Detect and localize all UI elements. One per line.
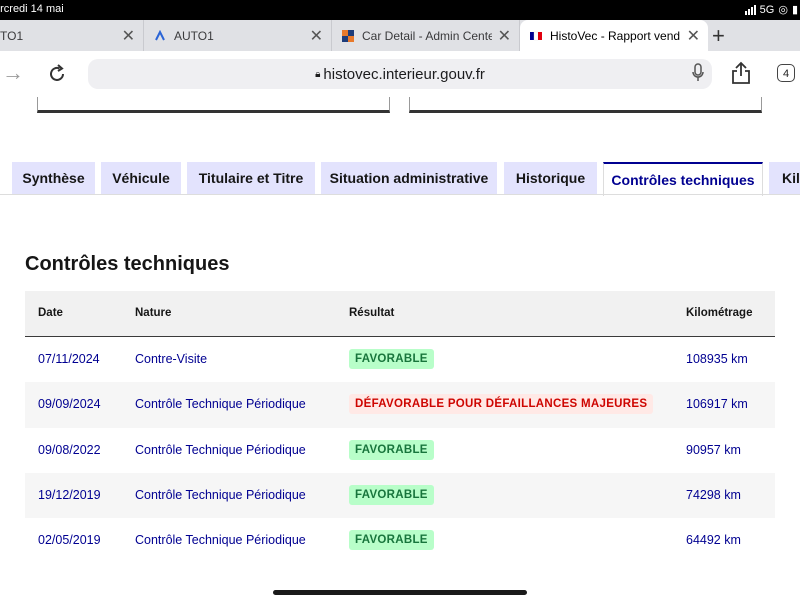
header-kilometrage: Kilométrage: [686, 307, 753, 319]
row-date: 09/08/2022: [38, 442, 101, 457]
row-nature: Contrôle Technique Périodique: [135, 533, 306, 548]
network-label: 5G: [759, 3, 775, 16]
controles-table: Date Nature Résultat Kilométrage 07/11/2…: [25, 291, 775, 563]
header-date: Date: [38, 307, 63, 319]
row-date: 19/12/2019: [38, 487, 101, 502]
row-kilometrage: 90957 km: [686, 442, 741, 457]
status-date: ercredi 14 mai: [0, 3, 64, 15]
header-nature: Nature: [135, 307, 172, 319]
header-resultat: Résultat: [349, 307, 395, 319]
row-nature: Contre-Visite: [135, 352, 208, 366]
browser-tab-title: Car Detail - Admin Cente: [362, 28, 492, 43]
row-kilometrage: 108935 km: [686, 352, 748, 366]
forward-arrow-icon[interactable]: →: [2, 60, 24, 86]
tab-historique[interactable]: Historique: [504, 162, 597, 194]
section-title: Contrôles techniques: [25, 253, 230, 275]
new-tab-button[interactable]: +: [712, 23, 725, 49]
tabs-divider: [0, 194, 800, 195]
browser-tab-1[interactable]: TO1 ✕: [0, 20, 144, 51]
tab-controles-techniques[interactable]: Contrôles techniques: [603, 162, 763, 196]
row-date: 02/05/2019: [38, 533, 101, 548]
card-left: [37, 97, 390, 113]
browser-tab-title: HistoVec - Rapport vend: [550, 28, 681, 43]
french-flag-icon: [530, 31, 542, 40]
reload-icon[interactable]: [46, 63, 68, 85]
result-badge: FAVORABLE: [349, 484, 434, 505]
tab-situation-administrative[interactable]: Situation administrative: [321, 162, 497, 194]
close-icon[interactable]: ✕: [498, 26, 511, 46]
row-nature: Contrôle Technique Périodique: [135, 487, 306, 502]
table-row: 19/12/2019 Contrôle Technique Périodique…: [25, 472, 775, 519]
tab-count-button[interactable]: 4: [777, 64, 795, 82]
page-tabs: Synthèse Véhicule Titulaire et Titre Sit…: [0, 162, 800, 196]
row-nature: Contrôle Technique Périodique: [135, 442, 306, 457]
browser-toolbar: → 🔒︎ histovec.interieur.gouv.fr 4: [0, 51, 800, 97]
row-date: 09/09/2024: [38, 397, 101, 412]
microphone-icon[interactable]: [692, 63, 704, 83]
close-icon[interactable]: ✕: [687, 26, 700, 46]
auto1-favicon-icon: [155, 29, 165, 40]
result-badge: FAVORABLE: [349, 530, 434, 551]
browser-tab-title: AUTO1: [174, 28, 214, 43]
result-badge: FAVORABLE: [349, 439, 434, 460]
browser-tab-2[interactable]: AUTO1 ✕: [144, 20, 332, 51]
table-row: 09/09/2024 Contrôle Technique Périodique…: [25, 382, 775, 428]
result-badge: FAVORABLE: [349, 349, 434, 369]
close-icon[interactable]: ✕: [310, 26, 323, 46]
status-bar: ercredi 14 mai 5G ◎ ▮: [0, 0, 800, 20]
tab-titulaire[interactable]: Titulaire et Titre: [187, 162, 315, 194]
row-date: 07/11/2024: [38, 352, 100, 366]
lock-icon: 🔒︎: [315, 68, 321, 80]
signal-icon: [744, 4, 756, 15]
status-indicators: 5G ◎ ▮: [744, 3, 798, 16]
row-kilometrage: 106917 km: [686, 397, 748, 412]
share-icon[interactable]: [731, 61, 751, 85]
row-kilometrage: 64492 km: [686, 533, 741, 548]
card-right: [409, 97, 762, 113]
home-indicator[interactable]: [273, 590, 527, 595]
location-icon: ◎: [778, 4, 788, 16]
row-nature: Contrôle Technique Périodique: [135, 397, 306, 412]
table-header: Date Nature Résultat Kilométrage: [25, 291, 775, 337]
row-kilometrage: 74298 km: [686, 487, 741, 502]
admin-favicon-icon: [342, 29, 354, 42]
address-bar[interactable]: 🔒︎ histovec.interieur.gouv.fr: [88, 59, 712, 89]
battery-icon: ▮: [791, 4, 798, 16]
tab-synthese[interactable]: Synthèse: [12, 162, 95, 194]
tab-kilometrage[interactable]: Kilo: [769, 162, 800, 194]
browser-tab-active[interactable]: HistoVec - Rapport vend ✕: [520, 20, 708, 51]
url-text: histovec.interieur.gouv.fr: [323, 65, 485, 83]
result-badge: DÉFAVORABLE POUR DÉFAILLANCES MAJEURES: [349, 394, 654, 415]
browser-tab-3[interactable]: Car Detail - Admin Cente ✕: [332, 20, 520, 51]
close-icon[interactable]: ✕: [122, 26, 135, 46]
table-row: 07/11/2024 Contre-Visite FAVORABLE 10893…: [25, 337, 775, 382]
tab-vehicule[interactable]: Véhicule: [101, 162, 181, 194]
table-row: 02/05/2019 Contrôle Technique Périodique…: [25, 518, 775, 563]
table-row: 09/08/2022 Contrôle Technique Périodique…: [25, 428, 775, 473]
browser-tab-title: TO1: [0, 28, 24, 43]
browser-tab-strip: TO1 ✕ AUTO1 ✕ Car Detail - Admin Cente ✕…: [0, 20, 800, 51]
